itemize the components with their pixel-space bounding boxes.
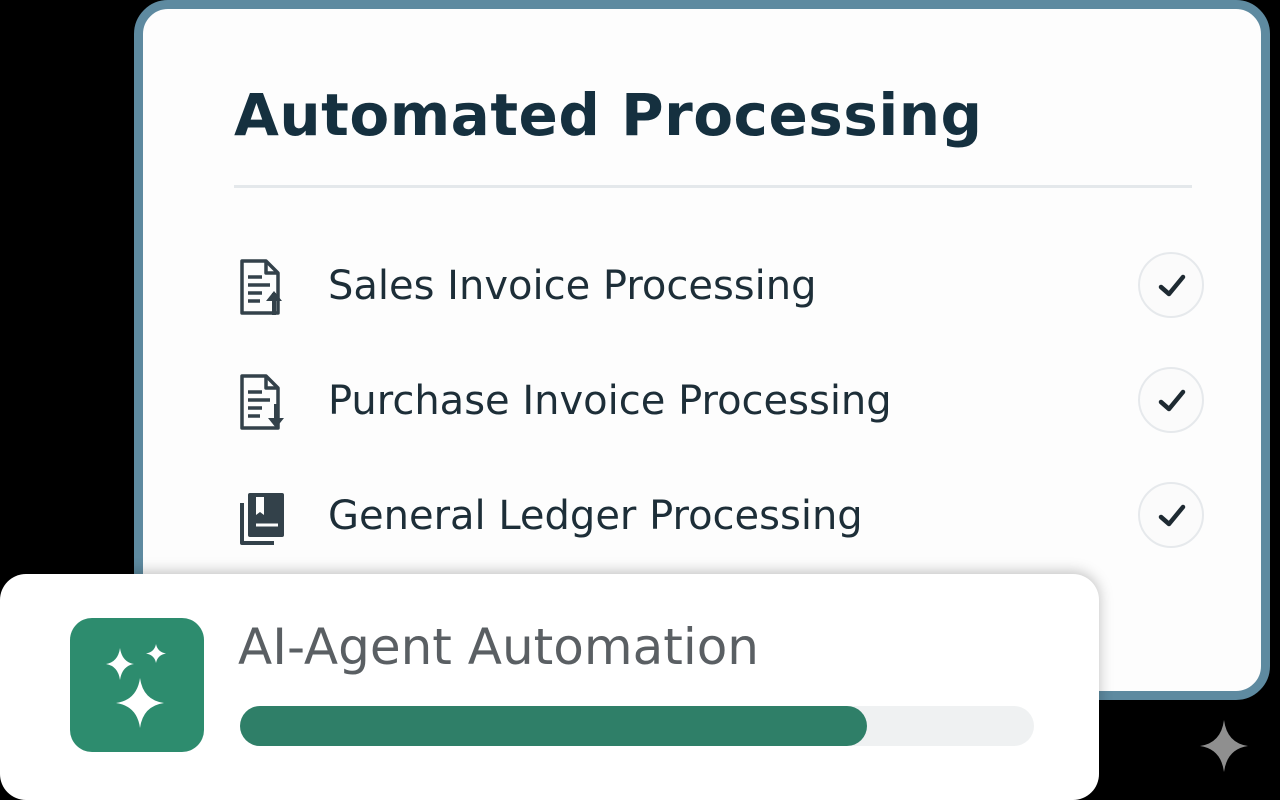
item-label: General Ledger Processing (328, 493, 863, 539)
document-upload-icon (234, 257, 292, 319)
progress-fill (240, 706, 868, 746)
check-button[interactable] (1138, 252, 1204, 318)
sparkle-icon (1198, 718, 1250, 774)
list-item-general-ledger[interactable]: General Ledger Processing (234, 477, 1204, 557)
checkmark-icon (1158, 389, 1186, 412)
ai-agent-card: AI-Agent Automation (0, 574, 1099, 800)
check-button[interactable] (1138, 367, 1204, 433)
checkmark-icon (1158, 274, 1186, 297)
ledger-book-icon (234, 487, 292, 549)
agent-title: AI-Agent Automation (238, 618, 759, 676)
divider (234, 185, 1192, 188)
progress-bar (240, 706, 1034, 746)
list-item-sales-invoice[interactable]: Sales Invoice Processing (234, 247, 1204, 327)
list-item-purchase-invoice[interactable]: Purchase Invoice Processing (234, 362, 1204, 442)
checkmark-icon (1158, 504, 1186, 527)
item-label: Sales Invoice Processing (328, 263, 817, 309)
sparkles-icon (70, 618, 204, 752)
screen: Automated Processing Sales Invoice Proce… (0, 0, 1280, 800)
card-title: Automated Processing (234, 81, 983, 149)
check-button[interactable] (1138, 482, 1204, 548)
item-label: Purchase Invoice Processing (328, 378, 892, 424)
document-download-icon (234, 372, 292, 434)
